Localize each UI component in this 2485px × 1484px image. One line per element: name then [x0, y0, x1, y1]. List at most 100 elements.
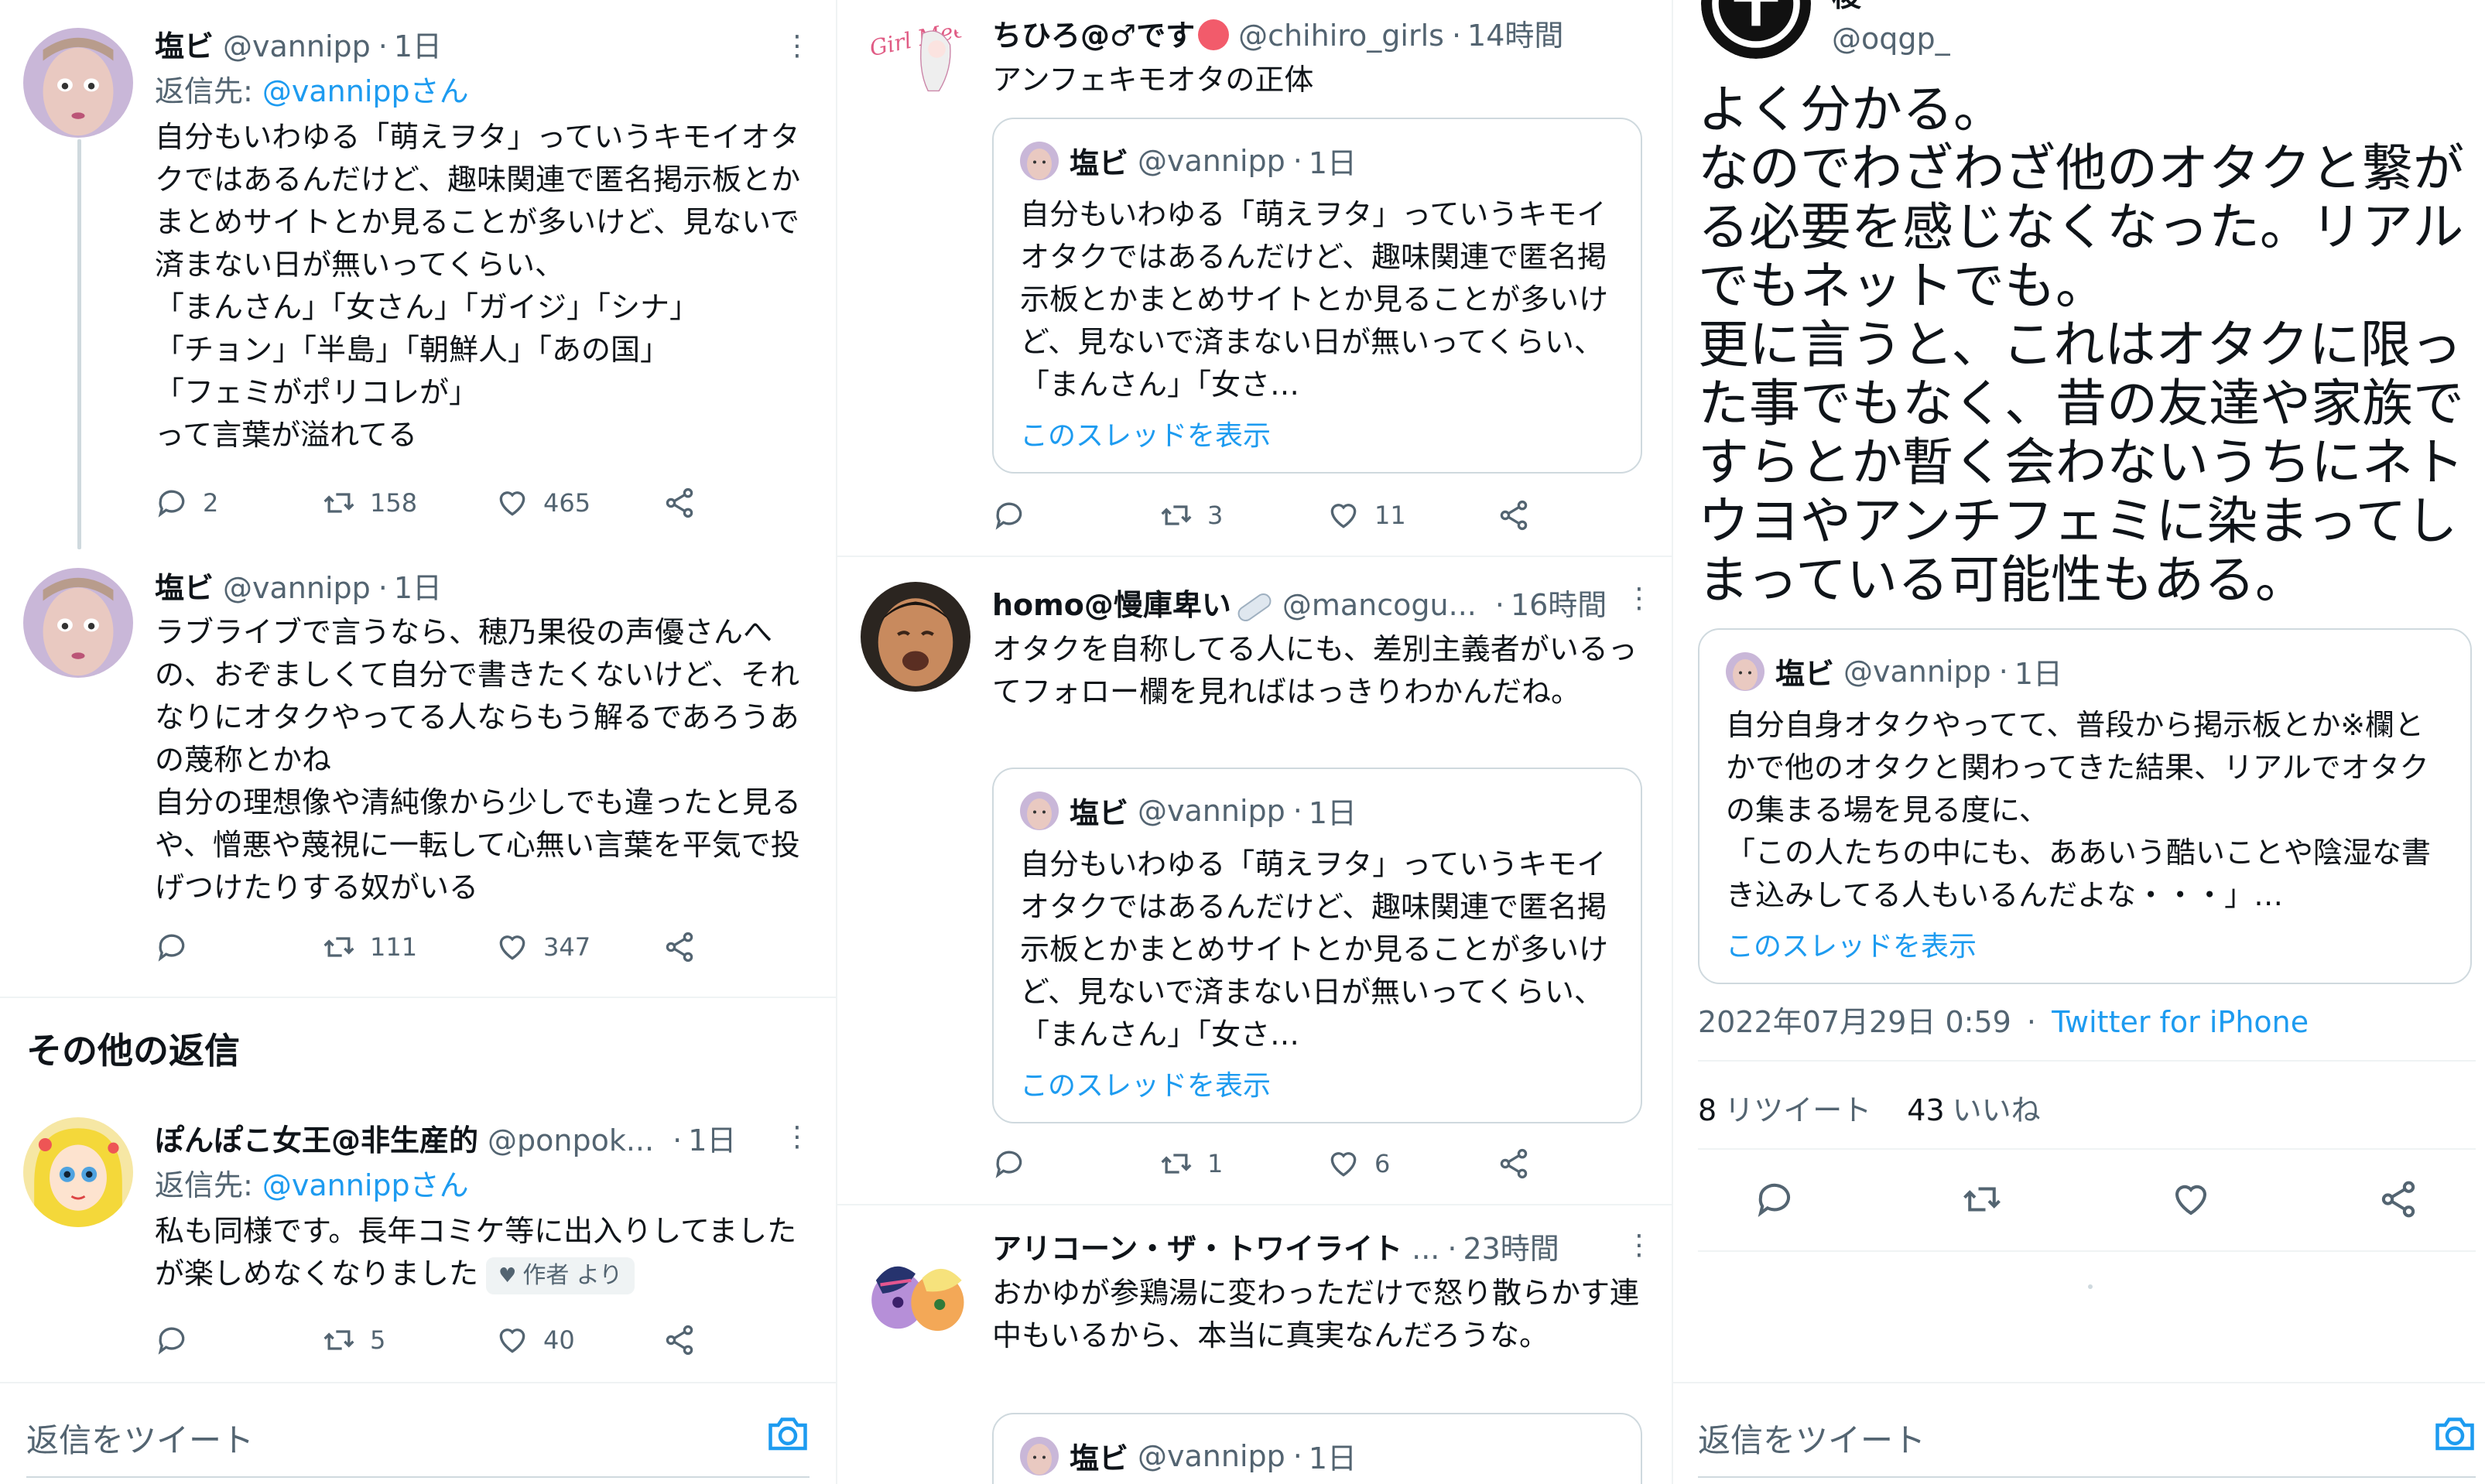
- retweet-icon: [1963, 1187, 2001, 1212]
- quoted-tweet-header: 塩ビ @vannipp · 1日: [1020, 1434, 1357, 1477]
- handle[interactable]: @chihiro_girls: [1238, 12, 1444, 59]
- separator-dot: ·: [2026, 1005, 2037, 1039]
- avatar[interactable]: [23, 28, 133, 138]
- thread-panel-left: 塩ビ @vannipp · 1日 返信先: @vannippさん 自分もいわゆる…: [0, 0, 836, 1484]
- reply-composer[interactable]: 返信をツイート: [1673, 1385, 2485, 1478]
- reply-button[interactable]: 2: [155, 480, 218, 526]
- quoted-tweet[interactable]: 塩ビ @vannipp · 1日: [992, 1413, 1642, 1484]
- section-title: その他の返信: [26, 1030, 240, 1072]
- retweet-button[interactable]: 111: [322, 924, 417, 970]
- timestamp[interactable]: 1日: [394, 23, 442, 70]
- share-button[interactable]: [1497, 492, 1531, 539]
- reply-to-line: 返信先: @vannippさん: [155, 70, 805, 113]
- show-thread-link[interactable]: このスレッドを表示: [1020, 1063, 1271, 1103]
- like-button[interactable]: 6: [1326, 1140, 1390, 1187]
- like-stat[interactable]: 43 いいね: [1907, 1093, 2040, 1127]
- reply-composer[interactable]: 返信をツイート: [0, 1385, 836, 1478]
- timestamp[interactable]: 14時間: [1467, 12, 1563, 59]
- retweet-total: 8: [1698, 1093, 1717, 1127]
- quoted-tweet[interactable]: 塩ビ @vannipp · 1日 自分もいわゆる「萌えヲタ」っていうキモイオタク…: [992, 118, 1642, 474]
- retweet-icon: [1161, 1154, 1192, 1174]
- tweet-timestamp[interactable]: 2022年07月29日 0:59: [1698, 1005, 2011, 1039]
- timestamp[interactable]: 1日: [394, 565, 442, 611]
- pill-emoji-icon: [1234, 590, 1275, 624]
- like-button[interactable]: 347: [495, 924, 590, 970]
- display-name[interactable]: 塩ビ: [155, 565, 214, 611]
- handle: @vannipp: [1138, 1438, 1285, 1473]
- quoted-tweet[interactable]: 塩ビ @vannipp · 1日 自分もいわゆる「萌えヲタ」っていうキモイオタク…: [992, 768, 1642, 1123]
- reply-input[interactable]: 返信をツイート: [26, 1414, 254, 1462]
- emoji-icon: [1198, 19, 1230, 50]
- share-button[interactable]: [662, 1317, 697, 1363]
- handle[interactable]: @oqgp_: [1832, 15, 1950, 62]
- reply-button[interactable]: [992, 492, 1040, 539]
- show-thread-link[interactable]: このスレッドを表示: [1020, 413, 1271, 453]
- retweet-label: リツイート: [1724, 1093, 1872, 1127]
- more-options-icon[interactable]: ⋮: [782, 1122, 813, 1168]
- avatar[interactable]: [1701, 0, 1811, 59]
- reply-mention-link[interactable]: @vannippさん: [262, 74, 469, 108]
- avatar: [1020, 141, 1059, 180]
- avatar[interactable]: [23, 568, 133, 678]
- timestamp[interactable]: 16時間: [1511, 582, 1607, 628]
- tweet-detail-panel: 梭 @oqgp_ よく分かる。 なのでわざわざ他のオタクと繋がる必要を感じなくな…: [1673, 0, 2485, 1484]
- share-icon: [666, 932, 693, 963]
- reply-button[interactable]: [155, 924, 203, 970]
- handle[interactable]: @ponpok...: [488, 1117, 654, 1164]
- retweet-count: 158: [370, 488, 418, 518]
- more-options-icon[interactable]: ⋮: [782, 31, 813, 77]
- loading-dot: [2088, 1284, 2093, 1289]
- like-button[interactable]: 11: [1326, 492, 1406, 539]
- retweet-button[interactable]: 158: [322, 480, 417, 526]
- retweet-button[interactable]: 3: [1159, 492, 1223, 539]
- avatar[interactable]: [861, 582, 970, 692]
- reply-button[interactable]: [1754, 1176, 1795, 1222]
- display-name: 塩ビ: [1070, 796, 1129, 830]
- reply-input[interactable]: 返信をツイート: [1698, 1414, 1925, 1462]
- camera-icon[interactable]: [2432, 1410, 2478, 1456]
- show-thread-link[interactable]: このスレッドを表示: [1726, 924, 1977, 964]
- quoted-tweet-header: 塩ビ @vannipp · 1日: [1020, 789, 1357, 832]
- retweet-button[interactable]: 1: [1159, 1140, 1223, 1187]
- handle[interactable]: @vannipp: [223, 565, 371, 611]
- like-count: 465: [543, 488, 591, 518]
- more-options-icon[interactable]: ⋮: [1624, 1230, 1655, 1277]
- tweet-actions: 3 11: [992, 492, 1580, 539]
- display-name[interactable]: 梭: [1832, 0, 1950, 15]
- like-button[interactable]: [2170, 1176, 2212, 1222]
- divider: [1698, 1060, 2476, 1062]
- retweet-button[interactable]: 5: [322, 1317, 385, 1363]
- retweet-button[interactable]: [1961, 1176, 2003, 1222]
- camera-icon[interactable]: [765, 1410, 811, 1456]
- share-button[interactable]: [662, 480, 697, 526]
- retweet-icon: [1161, 505, 1192, 525]
- quoted-tweet[interactable]: 塩ビ @vannipp · 1日 自分自身オタクやってて、普段から掲示板とか※欄…: [1698, 628, 2472, 984]
- avatar[interactable]: [23, 1117, 133, 1227]
- reply-button[interactable]: [155, 1317, 203, 1363]
- share-button[interactable]: [662, 924, 697, 970]
- share-button[interactable]: [2377, 1176, 2419, 1222]
- display-name[interactable]: ちひろ@♂です: [992, 12, 1195, 59]
- handle: @vannipp: [1138, 143, 1285, 178]
- avatar[interactable]: Girl Meets Girl: [862, 14, 972, 124]
- reply-button[interactable]: [992, 1140, 1040, 1187]
- reply-mention-link[interactable]: @vannippさん: [262, 1168, 469, 1202]
- handle[interactable]: @vannipp: [223, 23, 371, 70]
- share-button[interactable]: [1497, 1140, 1531, 1187]
- quote-tweets-panel: Girl Meets Girl ちひろ@♂です @chihiro_girls ·…: [837, 0, 1672, 1484]
- like-count: 6: [1374, 1149, 1391, 1178]
- display-name[interactable]: アリコーン・ザ・トワイライト: [992, 1226, 1402, 1272]
- timestamp[interactable]: 23時間: [1463, 1226, 1559, 1272]
- avatar[interactable]: [861, 1236, 970, 1346]
- retweet-stat[interactable]: 8 リツイート: [1698, 1093, 1871, 1127]
- display-name[interactable]: 塩ビ: [155, 23, 214, 70]
- more-options-icon[interactable]: ⋮: [1624, 583, 1655, 630]
- timestamp[interactable]: 1日: [688, 1117, 736, 1164]
- like-button[interactable]: 465: [495, 480, 590, 526]
- handle[interactable]: @mancogu...: [1282, 582, 1477, 628]
- display-name[interactable]: ぽんぽこ女王@非生産的: [155, 1117, 478, 1164]
- like-button[interactable]: 40: [495, 1317, 575, 1363]
- display-name[interactable]: homo@慢庫卑い: [992, 582, 1231, 628]
- divider: [1698, 1250, 2476, 1252]
- source-client-link[interactable]: Twitter for iPhone: [2052, 1005, 2309, 1039]
